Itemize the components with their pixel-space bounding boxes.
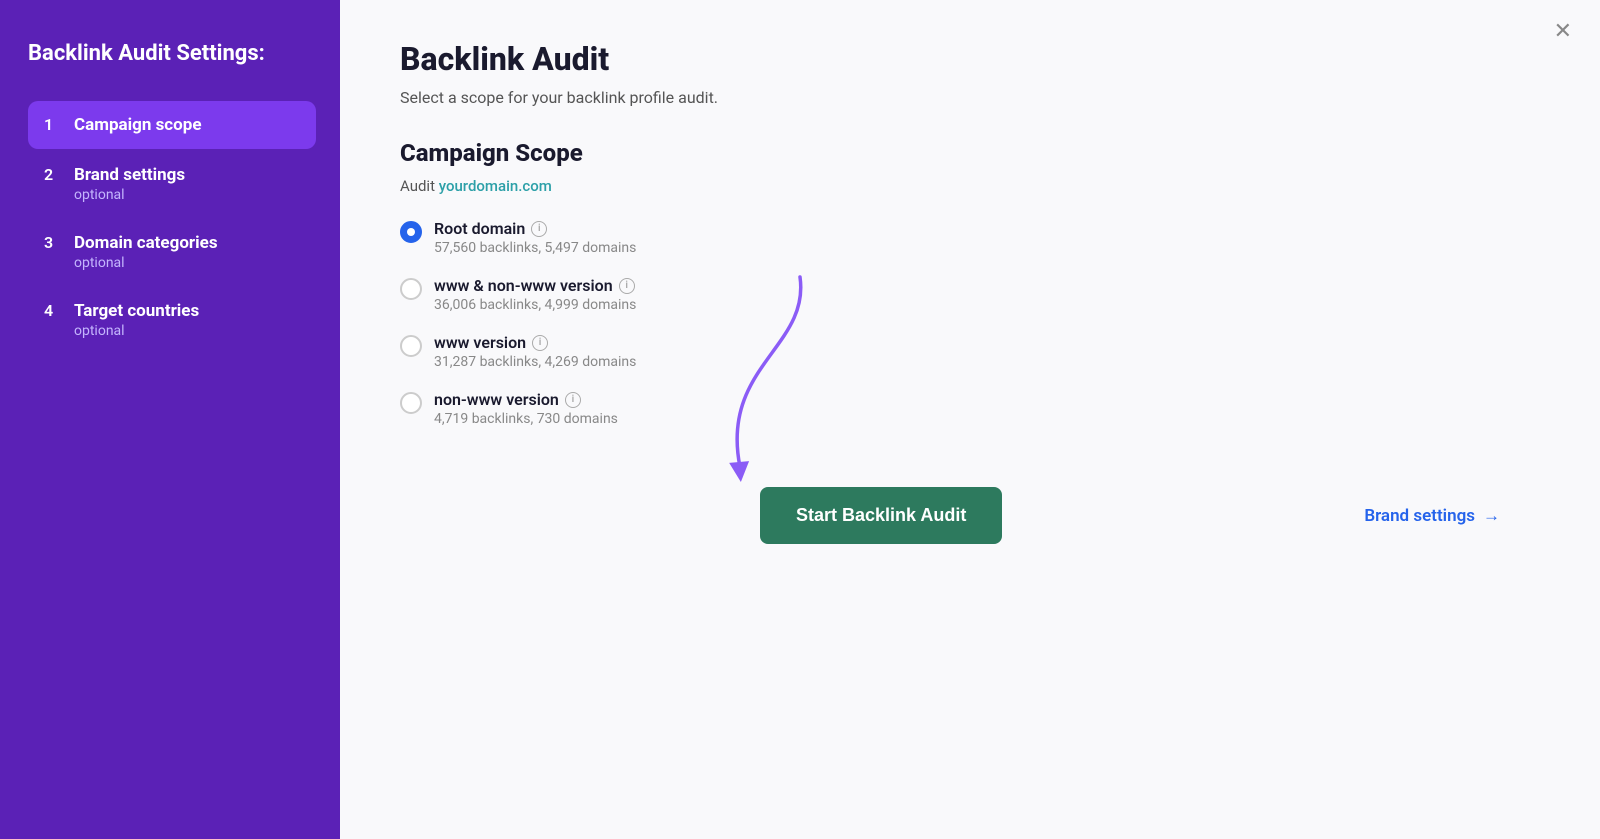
sidebar-item-brand-settings[interactable]: 2 Brand settings optional — [28, 151, 316, 217]
radio-desc-www-version: 31,287 backlinks, 4,269 domains — [434, 354, 636, 370]
radio-desc-www-non-www: 36,006 backlinks, 4,999 domains — [434, 297, 636, 313]
radio-circle-www-non-www[interactable] — [400, 278, 422, 300]
sidebar-item-number: 3 — [44, 233, 60, 252]
info-icon-www-version[interactable]: i — [532, 335, 548, 351]
radio-circle-root-domain[interactable] — [400, 221, 422, 243]
radio-label-www-non-www: www & non-www versioni — [434, 276, 636, 295]
sidebar-item-label: Domain categories — [74, 233, 218, 253]
sidebar-item-number: 4 — [44, 301, 60, 320]
main-content: ✕ Backlink Audit Select a scope for your… — [340, 0, 1600, 839]
sidebar-item-campaign-scope[interactable]: 1 Campaign scope — [28, 101, 316, 149]
info-icon-non-www-version[interactable]: i — [565, 392, 581, 408]
radio-desc-non-www-version: 4,719 backlinks, 730 domains — [434, 411, 618, 427]
radio-option-root-domain[interactable]: Root domaini 57,560 backlinks, 5,497 doma… — [400, 219, 1540, 256]
sidebar: Backlink Audit Settings: 1 Campaign scope… — [0, 0, 340, 839]
sidebar-item-sub: optional — [74, 187, 300, 203]
sidebar-item-number: 2 — [44, 165, 60, 184]
info-icon-www-non-www[interactable]: i — [619, 278, 635, 294]
radio-option-www-non-www[interactable]: www & non-www versioni 36,006 backlinks, … — [400, 276, 1540, 313]
radio-circle-non-www-version[interactable] — [400, 392, 422, 414]
info-icon-root-domain[interactable]: i — [531, 221, 547, 237]
radio-label-www-version: www versioni — [434, 333, 636, 352]
start-audit-button[interactable]: Start Backlink Audit — [760, 487, 1002, 544]
close-button[interactable]: ✕ — [1554, 20, 1572, 42]
sidebar-item-label: Brand settings — [74, 165, 185, 185]
page-subtitle: Select a scope for your backlink profile… — [400, 88, 1540, 107]
section-title: Campaign Scope — [400, 139, 1540, 167]
radio-label-non-www-version: non-www versioni — [434, 390, 618, 409]
radio-option-non-www-version[interactable]: non-www versioni 4,719 backlinks, 730 dom… — [400, 390, 1540, 427]
sidebar-item-number: 1 — [44, 115, 60, 134]
sidebar-item-domain-categories[interactable]: 3 Domain categories optional — [28, 219, 316, 285]
sidebar-item-sub: optional — [74, 323, 300, 339]
audit-domain-line: Audit yourdomain.com — [400, 177, 1540, 195]
audit-domain-link[interactable]: yourdomain.com — [439, 177, 552, 195]
radio-circle-www-version[interactable] — [400, 335, 422, 357]
sidebar-item-sub: optional — [74, 255, 300, 271]
sidebar-item-label: Campaign scope — [74, 115, 202, 135]
radio-desc-root-domain: 57,560 backlinks, 5,497 domains — [434, 240, 636, 256]
sidebar-title: Backlink Audit Settings: — [28, 40, 316, 69]
radio-option-www-version[interactable]: www versioni 31,287 backlinks, 4,269 doma… — [400, 333, 1540, 370]
brand-settings-link[interactable]: Brand settings → — [1364, 506, 1500, 526]
radio-label-root-domain: Root domaini — [434, 219, 636, 238]
actions-wrapper: Start Backlink Audit Brand settings → — [400, 487, 1540, 544]
sidebar-item-label: Target countries — [74, 301, 199, 321]
radio-group: Root domaini 57,560 backlinks, 5,497 doma… — [400, 219, 1540, 427]
sidebar-item-target-countries[interactable]: 4 Target countries optional — [28, 287, 316, 353]
page-title: Backlink Audit — [400, 40, 1540, 78]
